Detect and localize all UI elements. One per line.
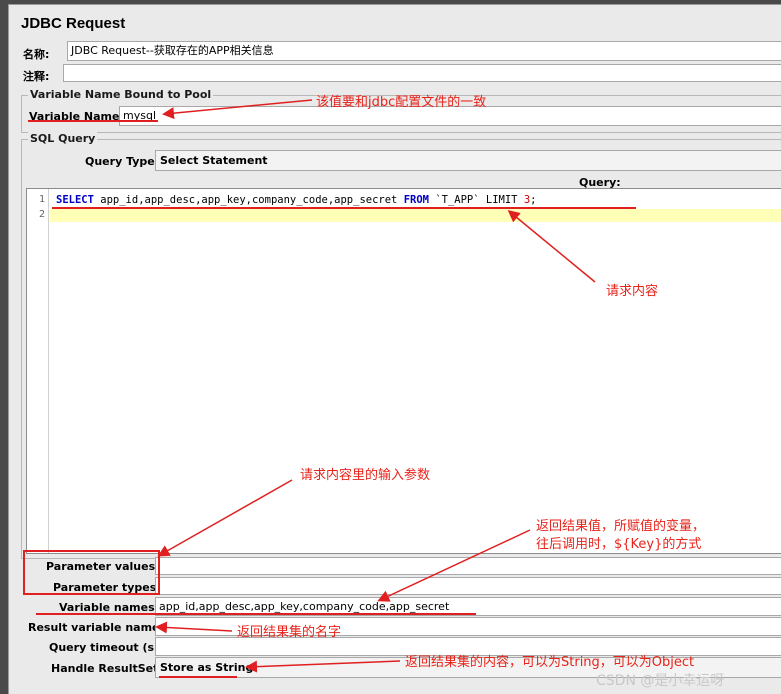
annotation-handle: 返回结果集的内容，可以为String，可以为Object bbox=[405, 655, 695, 670]
annotation-query: 请求内容 bbox=[606, 284, 659, 299]
annotation-varnames-1: 返回结果值，所赋值的变量， bbox=[536, 519, 706, 534]
watermark: CSDN @是小幸运呀 bbox=[596, 673, 725, 689]
annotation-varnames-2: 往后调用时，${Key}的方式 bbox=[536, 537, 702, 552]
annotation-result: 返回结果集的名字 bbox=[237, 625, 342, 640]
annotation-pool: 该值要和jdbc配置文件的一致 bbox=[316, 95, 487, 110]
annotation-params: 请求内容里的输入参数 bbox=[300, 468, 431, 483]
